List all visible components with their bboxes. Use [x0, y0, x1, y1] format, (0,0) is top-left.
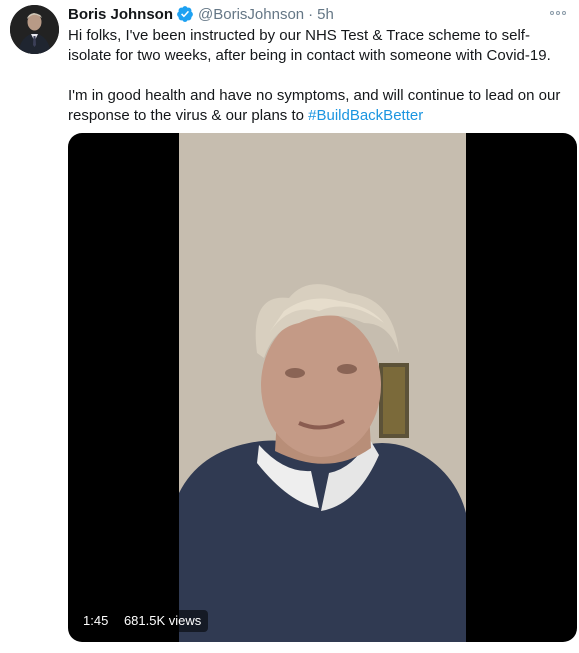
- tweet[interactable]: Boris Johnson @BorisJohnson · 5h Hi folk…: [0, 0, 579, 653]
- video-views: 681.5K views: [123, 613, 202, 628]
- tweet-timestamp[interactable]: 5h: [317, 6, 334, 23]
- tweet-text: Hi folks, I've been instructed by our NH…: [68, 26, 573, 126]
- video-frame[interactable]: [179, 133, 466, 642]
- tweet-paragraph-1: Hi folks, I've been instructed by our NH…: [68, 27, 551, 64]
- video-stats-overlay: 1:45 681.5K views: [76, 610, 209, 632]
- verified-badge-icon: [176, 5, 194, 23]
- hashtag-link[interactable]: #BuildBackBetter: [308, 107, 423, 124]
- video-player[interactable]: 1:45 681.5K views: [68, 133, 577, 642]
- author-name[interactable]: Boris Johnson: [68, 6, 173, 23]
- tweet-paragraph-2: I'm in good health and have no symptoms,…: [68, 86, 573, 126]
- tweet-header: Boris Johnson @BorisJohnson · 5h: [68, 4, 334, 24]
- meta-separator: ·: [308, 5, 314, 23]
- avatar[interactable]: [10, 5, 59, 54]
- author-handle[interactable]: @BorisJohnson: [198, 6, 304, 23]
- more-options-icon[interactable]: [548, 7, 568, 19]
- video-duration: 1:45: [83, 613, 109, 628]
